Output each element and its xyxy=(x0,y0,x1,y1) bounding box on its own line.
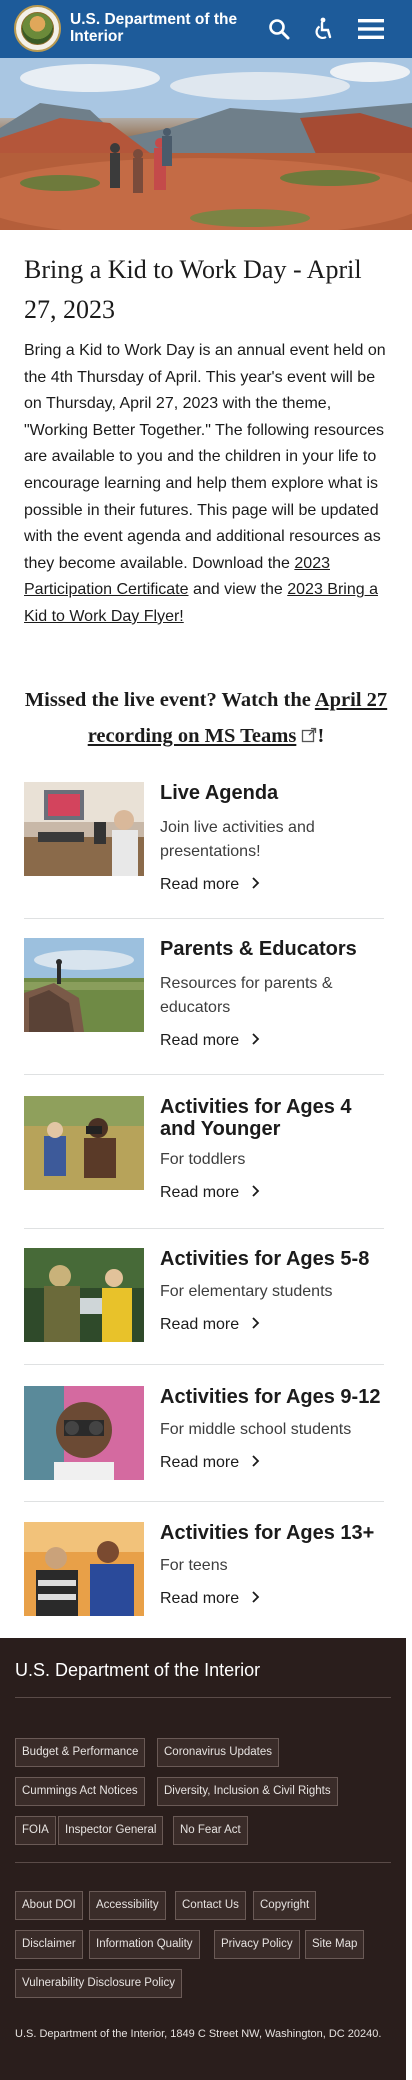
card-live-agenda-title: Live Agenda xyxy=(160,782,279,804)
missed-end: ! xyxy=(317,725,325,747)
card-divider xyxy=(24,1074,384,1075)
site-title-line2: Interior xyxy=(70,28,124,45)
card-ages-5-8-image xyxy=(24,1248,144,1342)
card-ages-5-8-read-more[interactable]: Read more xyxy=(160,1314,261,1336)
chevron-right-icon xyxy=(251,874,261,896)
chevron-right-icon xyxy=(251,1030,261,1052)
external-link-icon xyxy=(301,725,317,747)
footer-link-contact[interactable]: Contact Us xyxy=(175,1891,246,1920)
card-live-agenda[interactable]: Live Agenda Join live activities and pre… xyxy=(24,782,384,918)
card-ages-5-8-title: Activities for Ages 5-8 xyxy=(160,1248,370,1270)
intro-mid-text: and view the xyxy=(188,581,288,599)
card-ages-9-12-title: Activities for Ages 9-12 xyxy=(160,1386,381,1408)
card-ages-5-8-desc: For elementary students xyxy=(160,1283,333,1300)
menu-icon[interactable] xyxy=(354,12,388,46)
footer-link-coronavirus[interactable]: Coronavirus Updates xyxy=(157,1738,280,1767)
card-ages-4-younger-read-more[interactable]: Read more xyxy=(160,1182,261,1204)
card-parents-educators-image xyxy=(24,938,144,1032)
site-title[interactable]: U.S. Department of the Interior xyxy=(70,11,250,45)
read-more-label: Read more xyxy=(160,1454,240,1471)
card-parents-educators-title: Parents & Educators xyxy=(160,938,357,960)
card-parents-educators-read-more[interactable]: Read more xyxy=(160,1030,261,1052)
footer-link-site-map[interactable]: Site Map xyxy=(305,1930,365,1959)
footer-link-budget[interactable]: Budget & Performance xyxy=(15,1738,146,1767)
footer-title: U.S. Department of the Interior xyxy=(15,1660,261,1680)
read-more-label: Read more xyxy=(160,1184,240,1201)
footer-link-vulnerability[interactable]: Vulnerability Disclosure Policy xyxy=(15,1969,182,1998)
site-header: U.S. Department of the Interior xyxy=(0,0,412,58)
card-ages-9-12-read-more[interactable]: Read more xyxy=(160,1452,261,1474)
footer-link-no-fear[interactable]: No Fear Act xyxy=(173,1816,248,1845)
footer-link-inspector-general[interactable]: Inspector General xyxy=(58,1816,164,1845)
card-live-agenda-desc: Join live activities and presentations! xyxy=(160,819,315,860)
accessibility-icon[interactable] xyxy=(305,12,339,46)
footer-link-foia[interactable]: FOIA xyxy=(15,1816,56,1845)
card-ages-4-younger-title: Activities for Ages 4 and Younger xyxy=(160,1096,352,1140)
intro-paragraph: Bring a Kid to Work Day is an annual eve… xyxy=(24,338,390,631)
footer-link-about[interactable]: About DOI xyxy=(15,1891,83,1920)
footer-link-cummings[interactable]: Cummings Act Notices xyxy=(15,1777,145,1806)
card-ages-4-younger[interactable]: Activities for Ages 4 and Younger For to… xyxy=(24,1096,384,1232)
chevron-right-icon xyxy=(251,1314,261,1336)
missed-event-callout: Missed the live event? Watch the April 2… xyxy=(20,682,392,754)
footer-link-information-quality[interactable]: Information Quality xyxy=(89,1930,200,1959)
card-divider xyxy=(24,1501,384,1502)
read-more-label: Read more xyxy=(160,1590,240,1607)
card-ages-9-12-image xyxy=(24,1386,144,1480)
hero-image xyxy=(0,58,412,230)
intro-text: Bring a Kid to Work Day is an annual eve… xyxy=(24,342,386,572)
footer-divider xyxy=(15,1697,391,1698)
doi-seal-logo[interactable] xyxy=(14,5,61,52)
footer-address: U.S. Department of the Interior, 1849 C … xyxy=(15,2028,382,2040)
card-divider xyxy=(24,1228,384,1229)
missed-text: Missed the live event? Watch the xyxy=(24,689,315,711)
card-ages-4-younger-image xyxy=(24,1096,144,1190)
card-parents-educators[interactable]: Parents & Educators Resources for parent… xyxy=(24,938,384,1074)
site-footer: U.S. Department of the Interior Budget &… xyxy=(0,1638,406,2080)
footer-divider xyxy=(15,1862,391,1863)
chevron-right-icon xyxy=(251,1452,261,1474)
card-ages-13-plus-desc: For teens xyxy=(160,1557,228,1574)
card-live-agenda-read-more[interactable]: Read more xyxy=(160,874,261,896)
card-ages-9-12-desc: For middle school students xyxy=(160,1421,352,1438)
page-title: Bring a Kid to Work Day - April 27, 2023 xyxy=(24,255,362,324)
chevron-right-icon xyxy=(251,1182,261,1204)
card-ages-13-plus-image xyxy=(24,1522,144,1616)
card-live-agenda-image xyxy=(24,782,144,876)
footer-link-copyright[interactable]: Copyright xyxy=(253,1891,317,1920)
site-title-line1: U.S. Department of the xyxy=(70,11,238,28)
search-icon[interactable] xyxy=(262,12,296,46)
read-more-label: Read more xyxy=(160,1316,240,1333)
card-divider xyxy=(24,918,384,919)
card-parents-educators-desc: Resources for parents & educators xyxy=(160,975,333,1016)
footer-link-accessibility[interactable]: Accessibility xyxy=(89,1891,166,1920)
card-ages-4-younger-desc: For toddlers xyxy=(160,1151,246,1168)
read-more-label: Read more xyxy=(160,876,240,893)
footer-link-privacy[interactable]: Privacy Policy xyxy=(214,1930,300,1959)
chevron-right-icon xyxy=(251,1588,261,1610)
card-ages-13-plus-read-more[interactable]: Read more xyxy=(160,1588,261,1610)
card-ages-13-plus-title: Activities for Ages 13+ xyxy=(160,1522,375,1544)
footer-link-disclaimer[interactable]: Disclaimer xyxy=(15,1930,83,1959)
read-more-label: Read more xyxy=(160,1032,240,1049)
card-divider xyxy=(24,1364,384,1365)
footer-link-diversity[interactable]: Diversity, Inclusion & Civil Rights xyxy=(157,1777,338,1806)
